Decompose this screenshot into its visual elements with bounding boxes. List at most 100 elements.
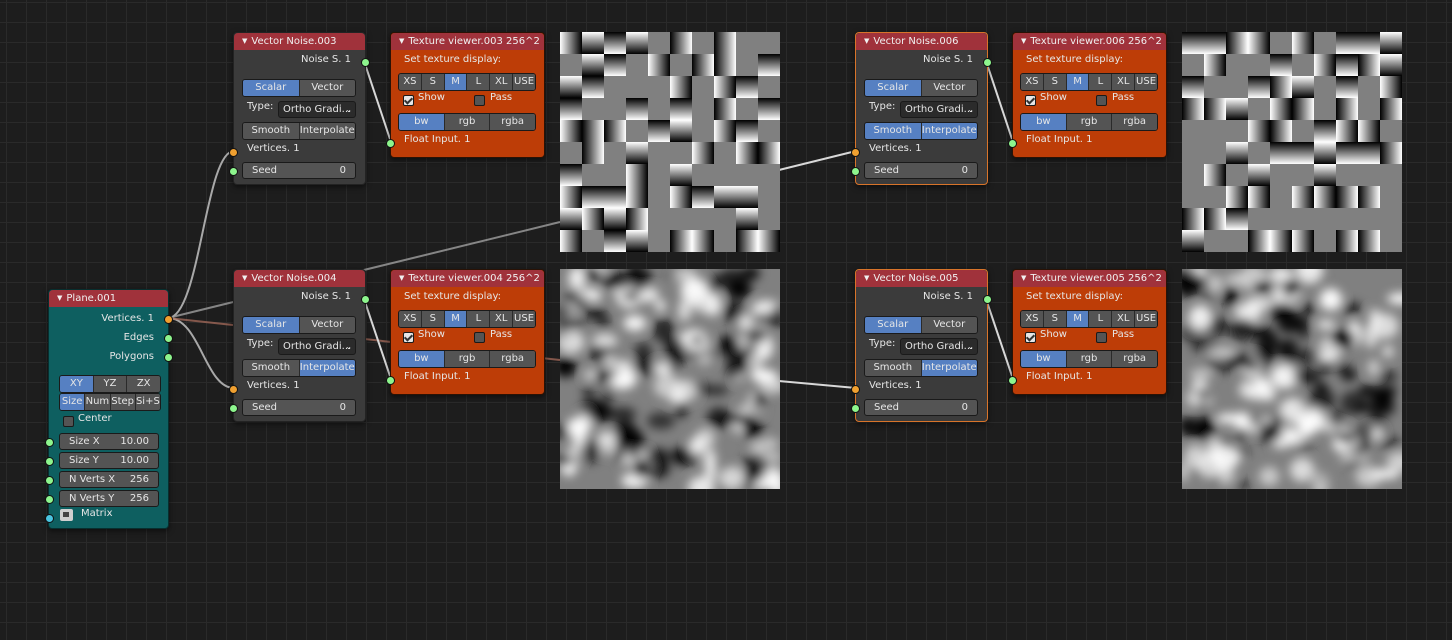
show-checkbox[interactable] (403, 332, 414, 343)
socket-vertices-input[interactable] (851, 385, 860, 394)
option-size[interactable]: Size (60, 394, 86, 410)
size-option-m[interactable]: M (1066, 74, 1090, 90)
color-mode-rgba[interactable]: rgba (1112, 351, 1157, 367)
option-yz[interactable]: YZ (93, 376, 128, 392)
size-option-l[interactable]: L (1089, 74, 1113, 90)
option-xy[interactable]: XY (60, 376, 94, 392)
pass-checkbox[interactable] (474, 95, 485, 106)
socket-edges[interactable] (164, 334, 173, 343)
seed-field[interactable]: Seed 0 (242, 162, 356, 179)
node-header[interactable]: ▼ Vector Noise.004 (234, 270, 365, 287)
size-option-l[interactable]: L (467, 74, 491, 90)
size-option-xs[interactable]: XS (1021, 74, 1044, 90)
center-checkbox[interactable] (63, 416, 74, 427)
option-num[interactable]: Num (85, 394, 111, 410)
socket-nverts-x[interactable] (45, 476, 54, 485)
option-size-step[interactable]: Si+S (135, 394, 160, 410)
socket-noise-output[interactable] (361, 58, 370, 67)
socket-polygons[interactable] (164, 353, 173, 362)
option-vector[interactable]: Vector (921, 317, 977, 333)
socket-seed-input[interactable] (229, 404, 238, 413)
size-option-m[interactable]: M (1066, 311, 1090, 327)
texture-viewer-node[interactable]: ▼ Texture viewer.006 256^2 Set texture di… (1008, 32, 1167, 158)
option-step[interactable]: Step (110, 394, 136, 410)
socket-float-input[interactable] (1008, 376, 1017, 385)
show-checkbox[interactable] (1025, 95, 1036, 106)
type-dropdown[interactable]: Ortho Gradi... ⌄ (900, 101, 978, 118)
size-option-xl[interactable]: XL (490, 311, 514, 327)
size-option-s[interactable]: S (1043, 311, 1067, 327)
socket-float-input[interactable] (386, 376, 395, 385)
size-option-xl[interactable]: XL (1112, 74, 1136, 90)
collapse-triangle-icon[interactable]: ▼ (864, 37, 869, 45)
type-dropdown[interactable]: Ortho Gradi... ⌄ (278, 101, 356, 118)
option-scalar[interactable]: Scalar (243, 317, 300, 333)
size-option-xs[interactable]: XS (1021, 311, 1044, 327)
interpolate-toggle[interactable]: Interpolate (921, 123, 977, 139)
size-option-xl[interactable]: XL (1112, 311, 1136, 327)
size-option-s[interactable]: S (1043, 74, 1067, 90)
collapse-triangle-icon[interactable]: ▼ (57, 294, 62, 302)
option-scalar[interactable]: Scalar (243, 80, 300, 96)
socket-matrix[interactable] (45, 514, 54, 523)
socket-vertices-input[interactable] (851, 148, 860, 157)
interpolate-toggle[interactable]: Interpolate (299, 123, 355, 139)
socket-nverts-y[interactable] (45, 495, 54, 504)
node-header[interactable]: ▼ Plane.001 (49, 290, 168, 307)
node-header[interactable]: ▼ Texture viewer.005 256^2 (1013, 270, 1166, 287)
socket-seed-input[interactable] (229, 167, 238, 176)
pass-checkbox[interactable] (1096, 332, 1107, 343)
nverts-x-field[interactable]: N Verts X 256 (59, 471, 159, 488)
collapse-triangle-icon[interactable]: ▼ (242, 274, 247, 282)
size-y-field[interactable]: Size Y 10.00 (59, 452, 159, 469)
pass-checkbox[interactable] (474, 332, 485, 343)
interpolate-toggle[interactable]: Interpolate (299, 360, 355, 376)
size-option-xl[interactable]: XL (490, 74, 514, 90)
smooth-toggle[interactable]: Smooth (865, 360, 922, 376)
socket-vertices[interactable] (164, 315, 173, 324)
node-header[interactable]: ▼ Texture viewer.004 256^2 (391, 270, 544, 287)
color-mode-rgb[interactable]: rgb (444, 114, 491, 130)
node-header[interactable]: ▼ Texture viewer.003 256^2 (391, 33, 544, 50)
smooth-toggle[interactable]: Smooth (243, 123, 300, 139)
texture-viewer-node[interactable]: ▼ Texture viewer.004 256^2 Set texture di… (386, 269, 545, 395)
color-mode-bw[interactable]: bw (1021, 351, 1067, 367)
socket-seed-input[interactable] (851, 167, 860, 176)
pass-checkbox[interactable] (1096, 95, 1107, 106)
seed-field[interactable]: Seed 0 (864, 399, 978, 416)
vector-noise-node[interactable]: ▼ Vector Noise.004 Noise S. 1 Scalar Vect… (229, 269, 370, 422)
socket-float-input[interactable] (386, 139, 395, 148)
collapse-triangle-icon[interactable]: ▼ (1021, 37, 1026, 45)
size-option-xs[interactable]: XS (399, 311, 422, 327)
size-option-use[interactable]: USE (1135, 311, 1157, 327)
vector-noise-node[interactable]: ▼ Vector Noise.005 Noise S. 1 Scalar Vect… (851, 269, 992, 422)
collapse-triangle-icon[interactable]: ▼ (864, 274, 869, 282)
collapse-triangle-icon[interactable]: ▼ (242, 37, 247, 45)
texture-viewer-node[interactable]: ▼ Texture viewer.005 256^2 Set texture di… (1008, 269, 1167, 395)
type-dropdown[interactable]: Ortho Gradi... ⌄ (278, 338, 356, 355)
collapse-triangle-icon[interactable]: ▼ (1021, 274, 1026, 282)
color-mode-rgb[interactable]: rgb (1066, 351, 1113, 367)
collapse-triangle-icon[interactable]: ▼ (399, 274, 404, 282)
smooth-toggle[interactable]: Smooth (865, 123, 922, 139)
size-option-m[interactable]: M (444, 311, 468, 327)
smooth-toggle[interactable]: Smooth (243, 360, 300, 376)
option-vector[interactable]: Vector (921, 80, 977, 96)
size-option-l[interactable]: L (1089, 311, 1113, 327)
vector-noise-node[interactable]: ▼ Vector Noise.003 Noise S. 1 Scalar Vect… (229, 32, 370, 185)
size-x-field[interactable]: Size X 10.00 (59, 433, 159, 450)
seed-field[interactable]: Seed 0 (864, 162, 978, 179)
color-mode-rgba[interactable]: rgba (1112, 114, 1157, 130)
socket-noise-output[interactable] (983, 58, 992, 67)
size-option-l[interactable]: L (467, 311, 491, 327)
size-option-s[interactable]: S (421, 311, 445, 327)
color-mode-bw[interactable]: bw (399, 351, 445, 367)
socket-vertices-input[interactable] (229, 148, 238, 157)
show-checkbox[interactable] (403, 95, 414, 106)
type-dropdown[interactable]: Ortho Gradi... ⌄ (900, 338, 978, 355)
node-header[interactable]: ▼ Vector Noise.005 (856, 270, 987, 287)
socket-vertices-input[interactable] (229, 385, 238, 394)
node-header[interactable]: ▼ Vector Noise.003 (234, 33, 365, 50)
option-zx[interactable]: ZX (127, 376, 160, 392)
show-checkbox[interactable] (1025, 332, 1036, 343)
